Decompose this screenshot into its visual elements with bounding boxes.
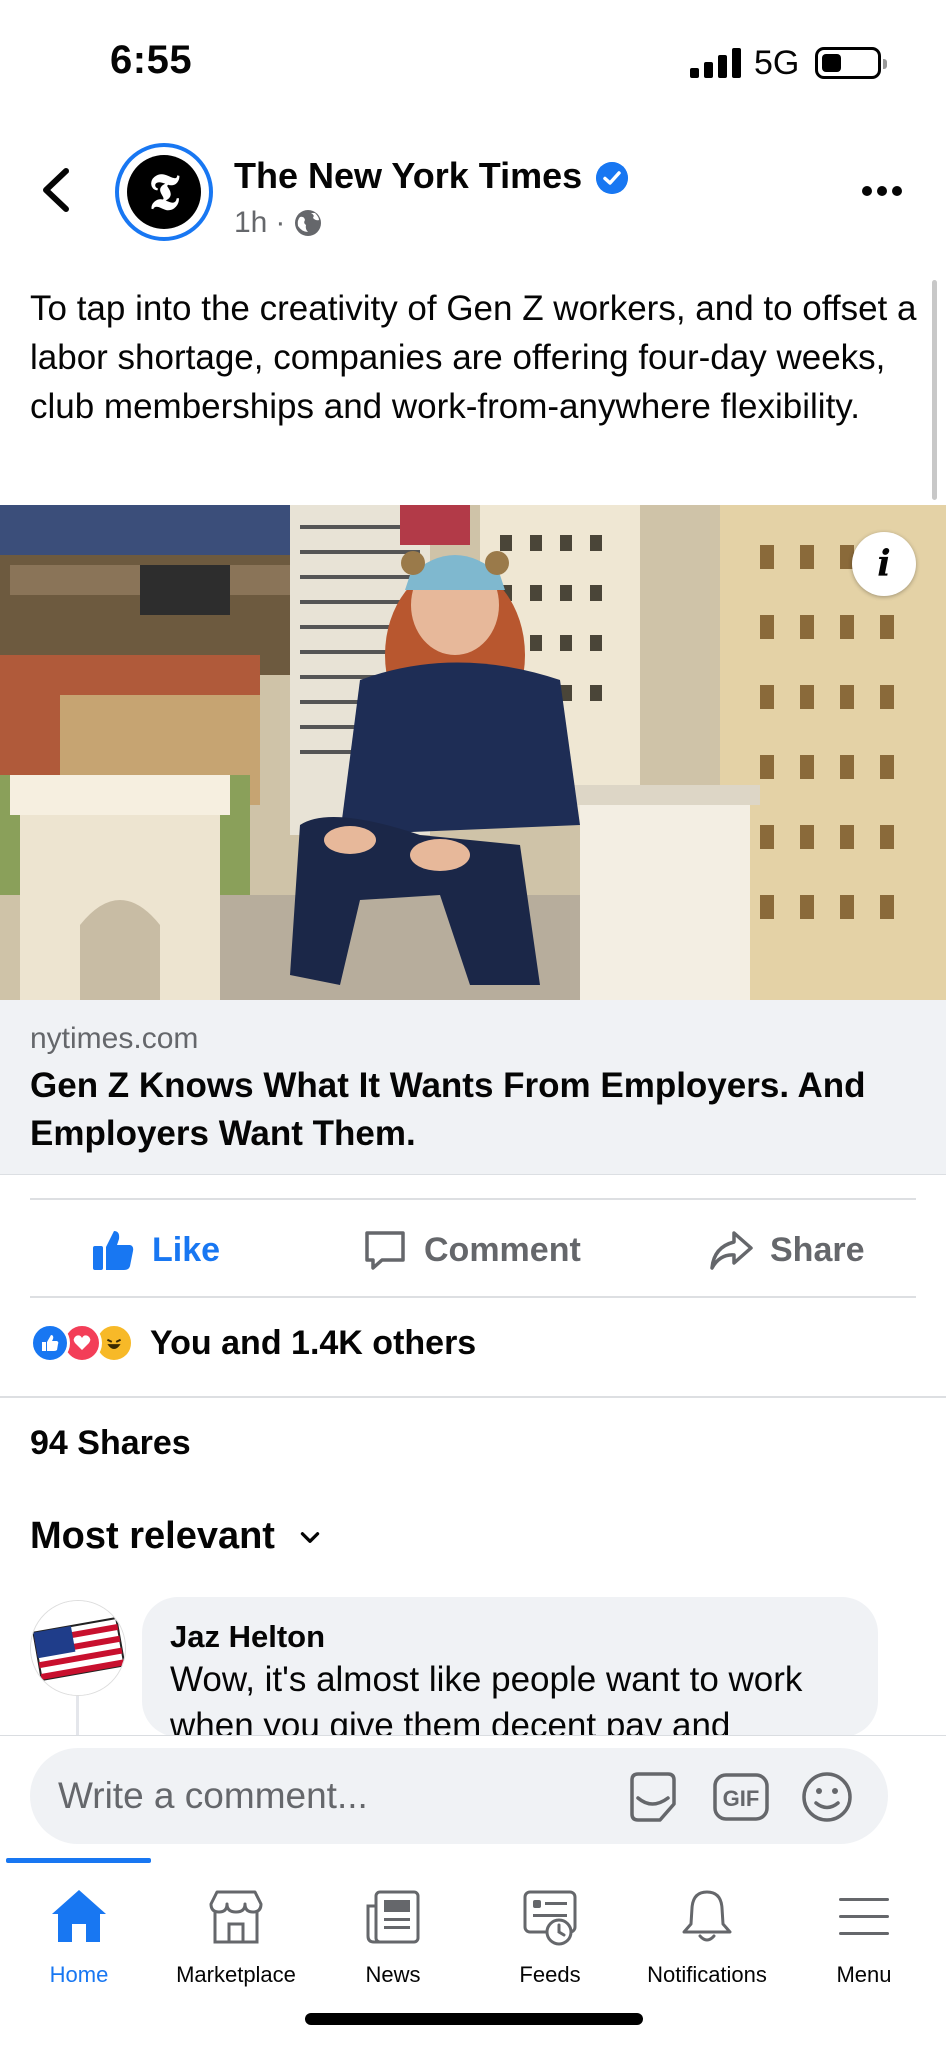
- post-time[interactable]: 1h: [234, 206, 267, 240]
- share-icon: [710, 1231, 753, 1270]
- nav-feeds[interactable]: Feeds: [471, 1886, 629, 1996]
- nav-label: Home: [49, 1962, 109, 1987]
- active-tab-indicator: [6, 1858, 151, 1863]
- signal-icon: [690, 48, 741, 78]
- link-preview[interactable]: nytimes.com Gen Z Knows What It Wants Fr…: [0, 1000, 946, 1175]
- home-indicator: [305, 2013, 643, 2025]
- comment-input[interactable]: [58, 1766, 618, 1826]
- reaction-text: You and 1.4K others: [150, 1323, 477, 1362]
- commenter-avatar[interactable]: [30, 1600, 126, 1696]
- post-text: To tap into the creativity of Gen Z work…: [30, 289, 917, 426]
- comment-sort-dropdown[interactable]: Most relevant: [30, 1515, 323, 1558]
- nav-notifications[interactable]: Notifications: [628, 1886, 786, 1996]
- home-icon: [52, 1890, 106, 1942]
- info-icon[interactable]: i: [852, 532, 916, 596]
- sticker-icon[interactable]: [624, 1770, 682, 1824]
- nav-label: Marketplace: [176, 1962, 296, 1987]
- nav-label: Feeds: [519, 1962, 581, 1987]
- nav-marketplace[interactable]: Marketplace: [157, 1886, 315, 1996]
- comment-author[interactable]: Jaz Helton: [170, 1619, 325, 1655]
- nav-news[interactable]: News: [314, 1886, 472, 1996]
- link-domain: nytimes.com: [30, 1022, 199, 1055]
- link-title: Gen Z Knows What It Wants From Employers…: [30, 1066, 866, 1153]
- emoji-icon[interactable]: [798, 1770, 856, 1824]
- divider: [30, 1296, 916, 1298]
- menu-icon: [839, 1898, 889, 1935]
- share-label: Share: [770, 1230, 865, 1269]
- divider: [0, 1396, 946, 1398]
- thumbs-up-icon: [93, 1231, 134, 1270]
- network-label: 5G: [754, 44, 800, 82]
- nav-menu[interactable]: Menu: [785, 1886, 943, 1996]
- comment-label: Comment: [424, 1230, 581, 1269]
- chevron-down-icon: [300, 1531, 320, 1543]
- svg-text:GIF: GIF: [723, 1786, 760, 1811]
- status-bar: 6:55 5G: [0, 0, 946, 130]
- like-button[interactable]: Like: [90, 1220, 220, 1280]
- nav-label: Menu: [836, 1962, 892, 1987]
- verified-badge-icon: [596, 162, 628, 194]
- back-arrow-icon[interactable]: [36, 165, 76, 215]
- marketplace-icon: [209, 1890, 263, 1944]
- page-avatar[interactable]: 𝕿: [115, 143, 213, 241]
- thread-line: [76, 1696, 79, 1736]
- comment-text: Wow, it's almost like people want to wor…: [170, 1660, 803, 1737]
- comment-icon: [365, 1231, 405, 1270]
- page-name[interactable]: The New York Times: [234, 155, 582, 197]
- scrollbar[interactable]: [932, 280, 937, 500]
- bell-icon: [682, 1890, 732, 1942]
- comment-composer[interactable]: GIF: [30, 1748, 888, 1844]
- reactions-summary[interactable]: You and 1.4K others: [30, 1323, 476, 1363]
- post-meta: 1h ·: [234, 206, 323, 240]
- globe-icon: [295, 210, 322, 236]
- nav-home[interactable]: Home: [0, 1886, 158, 1996]
- comment-button[interactable]: Comment: [362, 1220, 581, 1280]
- status-time: 6:55: [110, 38, 193, 82]
- battery-icon: [815, 47, 887, 79]
- post-photo[interactable]: [0, 505, 946, 1000]
- sort-label: Most relevant: [30, 1515, 275, 1557]
- nyt-logo: 𝕿: [127, 155, 201, 229]
- nav-label: News: [365, 1962, 421, 1987]
- share-button[interactable]: Share: [708, 1220, 865, 1280]
- like-reaction-icon: [30, 1323, 70, 1363]
- shares-count[interactable]: 94 Shares: [30, 1424, 191, 1463]
- meta-separator: ·: [275, 206, 286, 239]
- news-icon: [366, 1890, 420, 1944]
- more-options-icon[interactable]: [862, 178, 912, 204]
- feeds-icon: [523, 1890, 577, 1946]
- divider: [30, 1198, 916, 1200]
- comment-bubble[interactable]: Jaz Helton Wow, it's almost like people …: [142, 1597, 878, 1737]
- gif-icon[interactable]: GIF: [712, 1770, 770, 1824]
- like-label: Like: [152, 1230, 221, 1269]
- nav-label: Notifications: [647, 1962, 767, 1987]
